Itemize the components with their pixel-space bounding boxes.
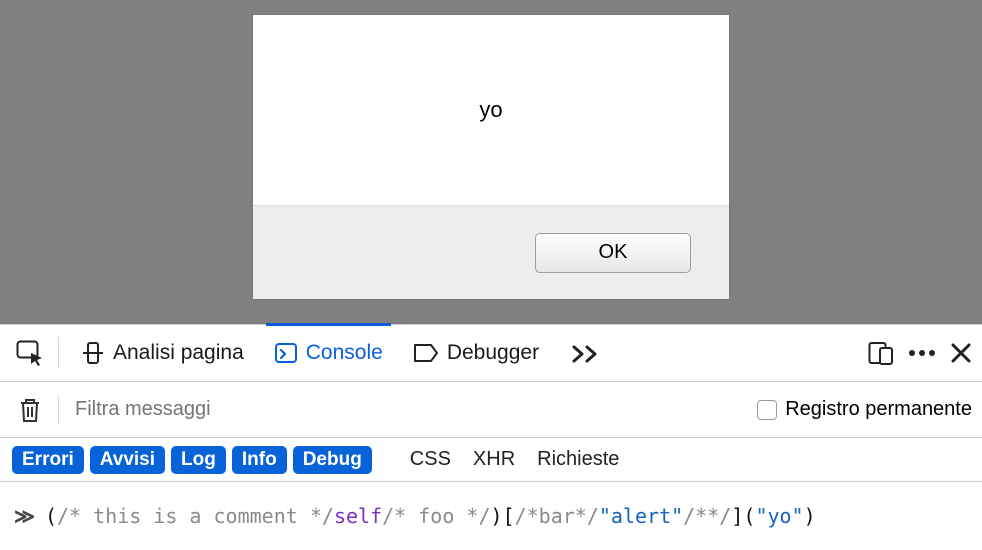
close-devtools-icon[interactable] <box>950 342 972 364</box>
inspector-icon <box>81 341 105 365</box>
tab-inspector-label: Analisi pagina <box>113 341 244 365</box>
level-info[interactable]: Info <box>232 446 287 474</box>
tok-comment-3: /*bar*/ <box>515 504 599 528</box>
tok-paren-open: ( <box>45 504 57 528</box>
level-errors[interactable]: Errori <box>12 446 84 474</box>
clear-console-icon[interactable] <box>18 397 42 423</box>
tok-bracket-close: ] <box>731 504 743 528</box>
tab-console[interactable]: Console <box>266 325 391 381</box>
filter-requests[interactable]: Richieste <box>529 446 627 473</box>
filter-xhr[interactable]: XHR <box>465 446 523 473</box>
alert-ok-button[interactable]: OK <box>535 233 691 273</box>
tab-inspector[interactable]: Analisi pagina <box>73 325 252 381</box>
tok-bracket-open: [ <box>503 504 515 528</box>
debugger-icon <box>413 343 439 363</box>
tok-comment-4: /**/ <box>683 504 731 528</box>
alert-dialog: yo OK <box>252 14 730 300</box>
pick-element-icon[interactable] <box>16 340 44 366</box>
tabs-overflow-icon[interactable] <box>571 343 601 363</box>
responsive-mode-icon[interactable] <box>868 340 894 366</box>
tab-debugger[interactable]: Debugger <box>405 325 547 381</box>
tok-call-open: ( <box>743 504 755 528</box>
level-debug[interactable]: Debug <box>293 446 372 474</box>
tok-comment-1: /* this is a comment */ <box>57 504 334 528</box>
console-level-row: Errori Avvisi Log Info Debug CSS XHR Ric… <box>0 438 982 482</box>
devtools-tabbar: Analisi pagina Console Debugger <box>0 324 982 382</box>
console-prompt-icon: ≫ <box>14 504 35 528</box>
console-filterbar: Registro permanente <box>0 382 982 438</box>
tok-comment-2: /* foo */ <box>382 504 490 528</box>
tok-string-yo: "yo" <box>755 504 803 528</box>
page-content-area: yo OK <box>0 0 982 324</box>
filter-css[interactable]: CSS <box>402 446 459 473</box>
filter-messages-input[interactable] <box>75 398 741 421</box>
console-icon <box>274 341 298 365</box>
persist-log-toggle[interactable]: Registro permanente <box>757 398 972 421</box>
kebab-menu-icon[interactable] <box>908 349 936 357</box>
tok-paren-close: ) <box>490 504 502 528</box>
level-log[interactable]: Log <box>171 446 226 474</box>
level-warnings[interactable]: Avvisi <box>90 446 165 474</box>
tok-call-close: ) <box>804 504 816 528</box>
tok-self: self <box>334 504 382 528</box>
persist-log-checkbox[interactable] <box>757 400 777 420</box>
tok-string-alert: "alert" <box>599 504 683 528</box>
console-input-line[interactable]: ≫ ( /* this is a comment */ self /* foo … <box>0 482 982 550</box>
alert-button-row: OK <box>253 205 729 299</box>
tab-console-label: Console <box>306 341 383 365</box>
persist-log-label: Registro permanente <box>785 398 972 421</box>
alert-message: yo <box>253 15 729 205</box>
tab-debugger-label: Debugger <box>447 341 539 365</box>
